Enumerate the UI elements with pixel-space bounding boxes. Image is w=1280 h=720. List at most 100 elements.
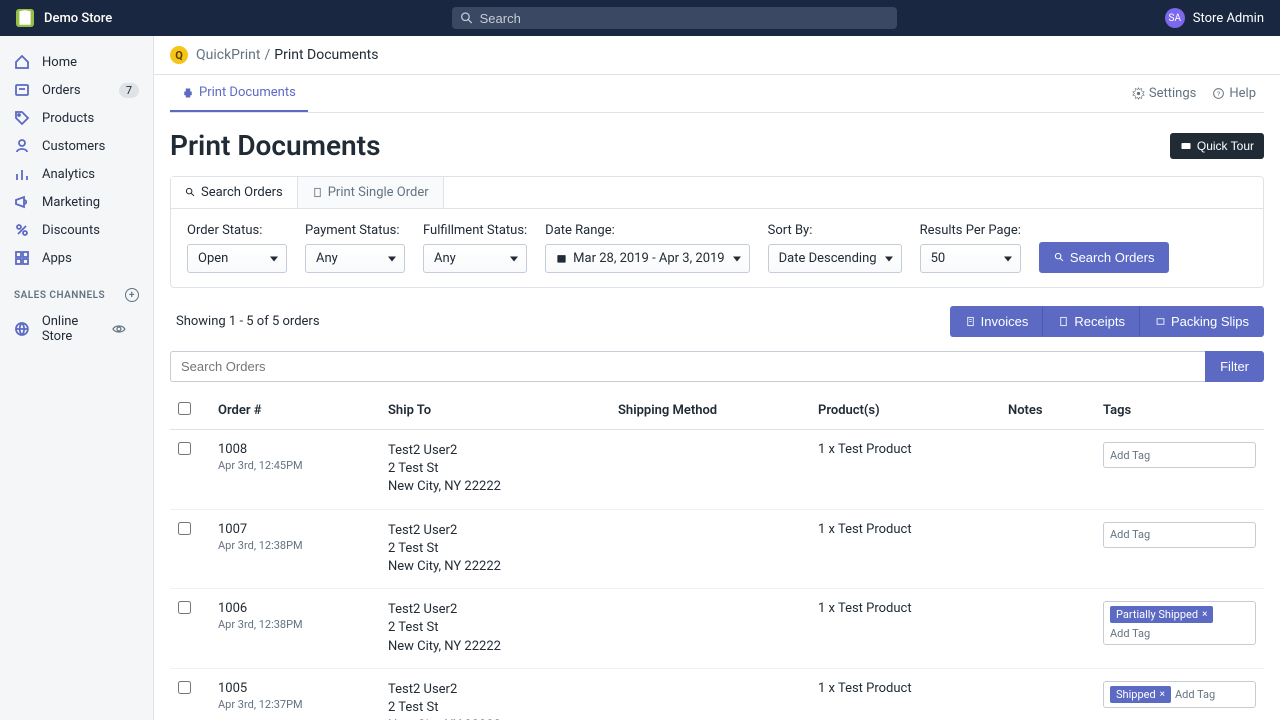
filter-button[interactable]: Filter [1205,351,1264,382]
add-tag-label: Add Tag [1110,449,1150,462]
quick-tour-button[interactable]: Quick Tour [1170,133,1264,159]
notes [1000,589,1095,669]
global-search[interactable] [452,7,897,29]
topbar: Demo Store SA Store Admin [0,0,1280,36]
view-store-icon[interactable] [111,321,127,337]
sidebar-item-discounts[interactable]: Discounts [0,216,153,244]
row-checkbox[interactable] [178,681,191,694]
breadcrumb-sep: / [264,47,270,63]
shipping-method [610,430,810,510]
sidebar-item-analytics[interactable]: Analytics [0,160,153,188]
date-range-label: Date Range: [545,223,749,238]
avatar[interactable]: SA [1165,8,1185,28]
products: 1 x Test Product [810,668,1000,720]
print-icon [182,87,194,99]
shipping-method [610,589,810,669]
help-link[interactable]: ?Help [1204,76,1264,111]
table-row: 1006Apr 3rd, 12:38PM Test2 User22 Test S… [170,589,1264,669]
products: 1 x Test Product [810,589,1000,669]
analytics-icon [14,166,30,182]
payment-status-select[interactable]: Any [305,244,405,273]
sidebar-item-customers[interactable]: Customers [0,132,153,160]
invoices-button[interactable]: Invoices [950,306,1044,337]
order-number[interactable]: 1006 [218,601,372,616]
panel-tab-print-single[interactable]: Print Single Order [298,177,444,208]
sales-channels-header: SALES CHANNELS+ [0,272,153,308]
order-number[interactable]: 1008 [218,442,372,457]
ship-to: Test2 User22 Test StNew City, NY 22222 [380,430,610,510]
order-number[interactable]: 1005 [218,681,372,696]
remove-tag-icon[interactable]: × [1202,609,1207,620]
sort-by-label: Sort By: [768,223,902,238]
app-name[interactable]: QuickPrint [196,47,260,63]
single-order-icon [312,187,323,198]
notes [1000,430,1095,510]
order-number[interactable]: 1007 [218,522,372,537]
shipping-method [610,509,810,589]
customers-icon [14,138,30,154]
ship-to: Test2 User22 Test StNew City, NY 22222 [380,668,610,720]
packing-slips-button[interactable]: Packing Slips [1140,306,1264,337]
tag-chip: Shipped× [1110,686,1171,703]
products: 1 x Test Product [810,430,1000,510]
home-icon [14,54,30,70]
payment-status-label: Payment Status: [305,223,405,238]
order-status-label: Order Status: [187,223,287,238]
sidebar-item-orders[interactable]: Orders7 [0,76,153,104]
global-search-input[interactable] [480,11,890,26]
table-row: 1007Apr 3rd, 12:38PM Test2 User22 Test S… [170,509,1264,589]
select-all-checkbox[interactable] [178,402,191,415]
page-title: Print Documents [170,129,380,162]
add-tag-label: Add Tag [1110,627,1150,640]
ship-to: Test2 User22 Test StNew City, NY 22222 [380,589,610,669]
orders-icon [14,82,30,98]
products: 1 x Test Product [810,509,1000,589]
tag-input[interactable]: Add Tag [1103,442,1256,468]
gear-icon [1132,87,1145,100]
settings-link[interactable]: Settings [1124,76,1204,111]
sidebar-item-apps[interactable]: Apps [0,244,153,272]
header-ship-to: Ship To [380,392,610,430]
notes [1000,668,1095,720]
remove-tag-icon[interactable]: × [1160,689,1165,700]
orders-table: Order # Ship To Shipping Method Product(… [170,392,1264,720]
header-products: Product(s) [810,392,1000,430]
top-tab-bar: Print Documents Settings ?Help [170,75,1264,113]
add-tag-label: Add Tag [1175,688,1215,701]
admin-name[interactable]: Store Admin [1193,11,1264,26]
order-status-select[interactable]: Open [187,244,287,273]
add-channel-icon[interactable]: + [125,288,139,302]
header-order: Order # [210,392,380,430]
filter-input[interactable] [170,351,1205,382]
sidebar-item-home[interactable]: Home [0,48,153,76]
tag-chip: Partially Shipped× [1110,606,1213,623]
sidebar-item-marketing[interactable]: Marketing [0,188,153,216]
panel-tab-search-orders[interactable]: Search Orders [171,177,298,208]
tag-input[interactable]: Partially Shipped× Add Tag [1103,601,1256,645]
sort-by-select[interactable]: Date Descending [768,244,902,273]
fulfillment-status-select[interactable]: Any [423,244,527,273]
packing-slip-icon [1155,316,1166,327]
search-orders-button[interactable]: Search Orders [1039,242,1170,273]
results-count: Showing 1 - 5 of 5 orders [176,314,320,329]
date-range-select[interactable]: Mar 28, 2019 - Apr 3, 2019 [545,244,749,273]
results-per-page-select[interactable]: 50 [920,244,1021,273]
add-tag-label: Add Tag [1110,528,1150,541]
receipts-button[interactable]: Receipts [1043,306,1140,337]
row-checkbox[interactable] [178,442,191,455]
marketing-icon [14,194,30,210]
tab-print-documents[interactable]: Print Documents [170,75,308,112]
order-date: Apr 3rd, 12:37PM [218,698,372,711]
sidebar-item-products[interactable]: Products [0,104,153,132]
header-shipping-method: Shipping Method [610,392,810,430]
row-checkbox[interactable] [178,522,191,535]
main-content: Q QuickPrint / Print Documents Print Doc… [154,36,1280,720]
apps-icon [14,250,30,266]
tag-input[interactable]: Add Tag [1103,522,1256,548]
sidebar-channel-online-store[interactable]: Online Store [0,308,153,350]
app-header: Q QuickPrint / Print Documents [154,36,1280,75]
row-checkbox[interactable] [178,601,191,614]
tag-input[interactable]: Shipped× Add Tag [1103,681,1256,708]
header-tags: Tags [1095,392,1264,430]
online-store-icon [14,321,30,337]
